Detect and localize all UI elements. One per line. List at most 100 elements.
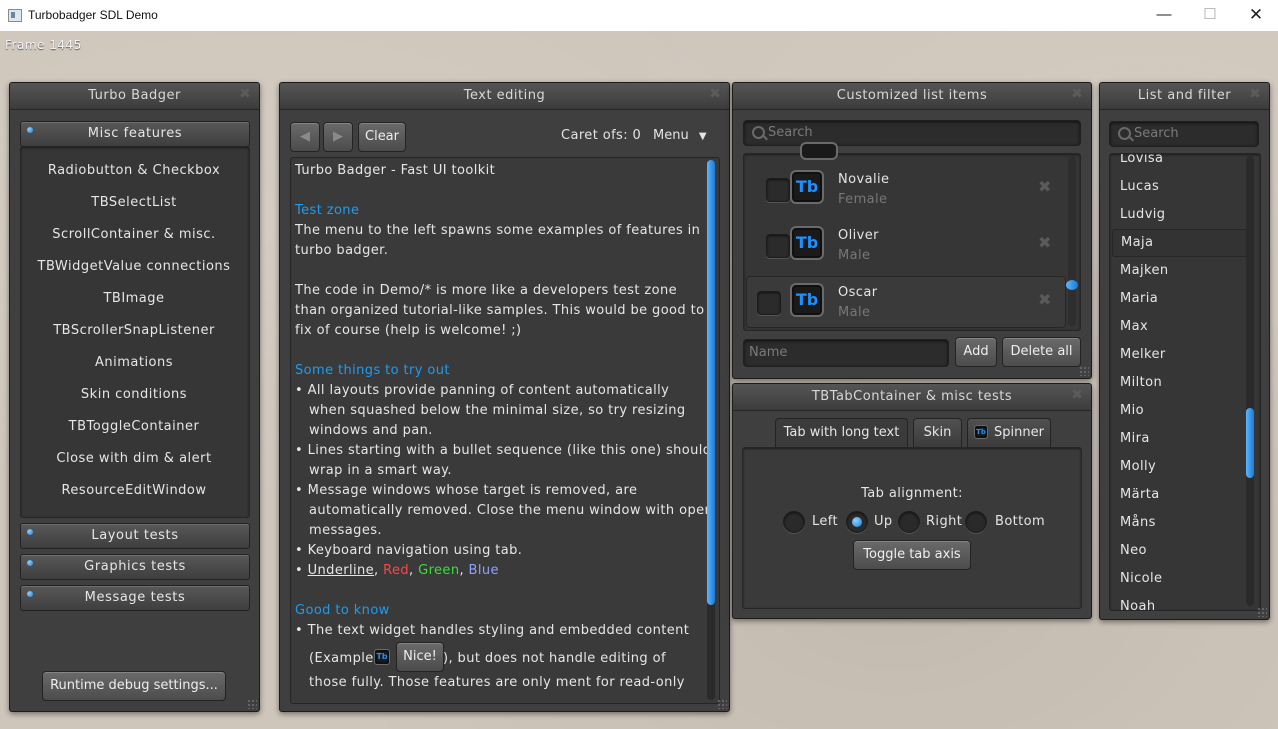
list-item[interactable]: Majken	[1112, 258, 1248, 284]
list-item[interactable]: Max	[1112, 314, 1248, 340]
window-title-bar[interactable]: Text editing	[280, 83, 729, 110]
runtime-debug-settings-button[interactable]: Runtime debug settings...	[42, 671, 226, 701]
window-title-bar[interactable]: List and filter	[1100, 83, 1269, 110]
tab-spinner[interactable]: Tb Spinner	[967, 418, 1051, 447]
close-icon[interactable]: ✖	[237, 86, 253, 102]
close-icon[interactable]: ✖	[1069, 86, 1085, 102]
close-icon[interactable]: ✖	[1247, 86, 1263, 102]
toggle-tab-axis-button[interactable]: Toggle tab axis	[853, 540, 971, 570]
window-title-text: TBTabContainer & misc tests	[811, 389, 1013, 404]
list-item[interactable]: Noah	[1112, 594, 1248, 610]
resize-grip-icon[interactable]	[717, 699, 727, 709]
add-button[interactable]: Add	[955, 337, 997, 367]
close-icon[interactable]: ✕	[1233, 0, 1278, 31]
list-item[interactable]: Neo	[1112, 538, 1248, 564]
filter-search-input[interactable]: Search	[1109, 121, 1259, 147]
editor-scrollbar-thumb[interactable]	[707, 160, 715, 605]
filter-list-scrollbar[interactable]	[1246, 156, 1254, 606]
item-checkbox[interactable]	[766, 178, 790, 202]
tab-skin[interactable]: Skin	[913, 418, 962, 447]
list-item[interactable]: Märta	[1112, 482, 1248, 508]
delete-item-icon[interactable]: ✖	[1038, 177, 1051, 196]
bullet: •	[295, 563, 308, 578]
menu-item-tbimage[interactable]: TBImage	[20, 289, 248, 309]
resize-grip-icon[interactable]	[1257, 607, 1267, 617]
text-editor[interactable]: Turbo Badger - Fast UI toolkit Test zone…	[290, 157, 720, 704]
radio-up[interactable]	[846, 511, 868, 533]
custom-list-scrollbar-thumb[interactable]	[1066, 280, 1078, 290]
list-item[interactable]: Tb Novalie Female ✖	[746, 162, 1064, 212]
menu-item-tbwidgetvalue[interactable]: TBWidgetValue connections	[20, 257, 248, 277]
delete-item-icon[interactable]: ✖	[1038, 233, 1051, 252]
list-item[interactable]: Måns	[1112, 510, 1248, 536]
list-item[interactable]: Maria	[1112, 286, 1248, 312]
editor-scrollbar[interactable]	[707, 160, 715, 700]
list-item[interactable]: Nicole	[1112, 566, 1248, 592]
radio-right[interactable]	[898, 511, 920, 533]
list-item[interactable]: Mira	[1112, 426, 1248, 452]
undo-button[interactable]: ◀	[290, 122, 320, 152]
maximize-icon[interactable]: ☐	[1187, 0, 1233, 31]
window-title: Turbobadger SDL Demo	[28, 8, 158, 22]
window-title-bar[interactable]: Customized list items	[733, 83, 1091, 110]
list-item[interactable]: Lovisa	[1112, 154, 1248, 172]
menu-dropdown[interactable]: Menu ▼	[653, 128, 707, 143]
filter-list-scrollbar-thumb[interactable]	[1246, 408, 1254, 478]
window-titlebar: Turbobadger SDL Demo — ☐ ✕	[0, 0, 1278, 31]
list-item-selected[interactable]: Tb Oscar Male ✖	[746, 276, 1066, 328]
list-item[interactable]: Mio	[1112, 398, 1248, 424]
menu-item-radiobutton-checkbox[interactable]: Radiobutton & Checkbox	[20, 161, 248, 181]
close-icon[interactable]: ✖	[1069, 387, 1085, 403]
menu-item-tbselectlist[interactable]: TBSelectList	[20, 193, 248, 213]
item-gender: Female	[838, 192, 888, 207]
delete-all-button[interactable]: Delete all	[1002, 337, 1081, 367]
tab-long-text[interactable]: Tab with long text	[775, 418, 908, 447]
redo-button[interactable]: ▶	[323, 122, 353, 152]
nice-button[interactable]: Nice!	[396, 642, 444, 672]
list-item[interactable]: Ludvig	[1112, 202, 1248, 228]
list-item[interactable]: Lucas	[1112, 174, 1248, 200]
window-title-bar[interactable]: Turbo Badger	[10, 83, 259, 110]
list-item[interactable]: Tb Oliver Male ✖	[746, 218, 1064, 268]
list-item-selected[interactable]: Maja	[1112, 229, 1250, 257]
menu-item-scrollcontainer[interactable]: ScrollContainer & misc.	[20, 225, 248, 245]
graphics-tests-button[interactable]: Graphics tests	[20, 554, 250, 580]
customized-list-window: Customized list items ✖ Search Tb Novali…	[732, 82, 1092, 379]
delete-item-icon[interactable]: ✖	[1038, 290, 1051, 309]
close-icon[interactable]: ✖	[707, 86, 723, 102]
misc-features-button[interactable]: Misc features	[20, 121, 250, 147]
menu-item-close-with-dim[interactable]: Close with dim & alert	[20, 449, 248, 469]
menu-item-skin-conditions[interactable]: Skin conditions	[20, 385, 248, 405]
search-icon	[752, 126, 765, 139]
menu-item-tbtogglecontainer[interactable]: TBToggleContainer	[20, 417, 248, 437]
item-checkbox[interactable]	[757, 291, 781, 315]
item-name: Novalie	[838, 172, 890, 187]
list-item[interactable]: Molly	[1112, 454, 1248, 480]
list-item[interactable]: Milton	[1112, 370, 1248, 396]
minimize-icon[interactable]: —	[1141, 0, 1187, 31]
menu-item-tbscrollersnaplistener[interactable]: TBScrollerSnapListener	[20, 321, 248, 341]
search-input[interactable]: Search	[743, 120, 1081, 146]
item-checkbox[interactable]	[766, 234, 790, 258]
tb-logo-icon: Tb	[790, 170, 824, 204]
text-heading: Test zone	[295, 203, 360, 218]
collapsed-indicator-icon	[27, 560, 33, 566]
layout-tests-button[interactable]: Layout tests	[20, 523, 250, 549]
text-line: turbo badger.	[295, 243, 389, 258]
list-item[interactable]: Melker	[1112, 342, 1248, 368]
radio-left[interactable]	[783, 511, 805, 533]
window-title-text: Customized list items	[836, 88, 988, 103]
radio-up-label: Up	[874, 514, 893, 529]
resize-grip-icon[interactable]	[247, 699, 257, 709]
radio-bottom[interactable]	[965, 511, 987, 533]
window-title-bar[interactable]: TBTabContainer & misc tests	[733, 384, 1091, 411]
menu-item-animations[interactable]: Animations	[20, 353, 248, 373]
resize-grip-icon[interactable]	[1079, 366, 1089, 376]
custom-list-scrollbar[interactable]	[1066, 156, 1078, 326]
name-input[interactable]: Name	[743, 339, 949, 367]
custom-list: Tb Novalie Female ✖ Tb Oliver Male ✖ Tb …	[743, 142, 1081, 331]
clear-button[interactable]: Clear	[358, 122, 406, 152]
menu-item-resourceeditwindow[interactable]: ResourceEditWindow	[20, 481, 248, 501]
message-tests-button[interactable]: Message tests	[20, 585, 250, 611]
layout-tests-label: Layout tests	[91, 528, 179, 543]
